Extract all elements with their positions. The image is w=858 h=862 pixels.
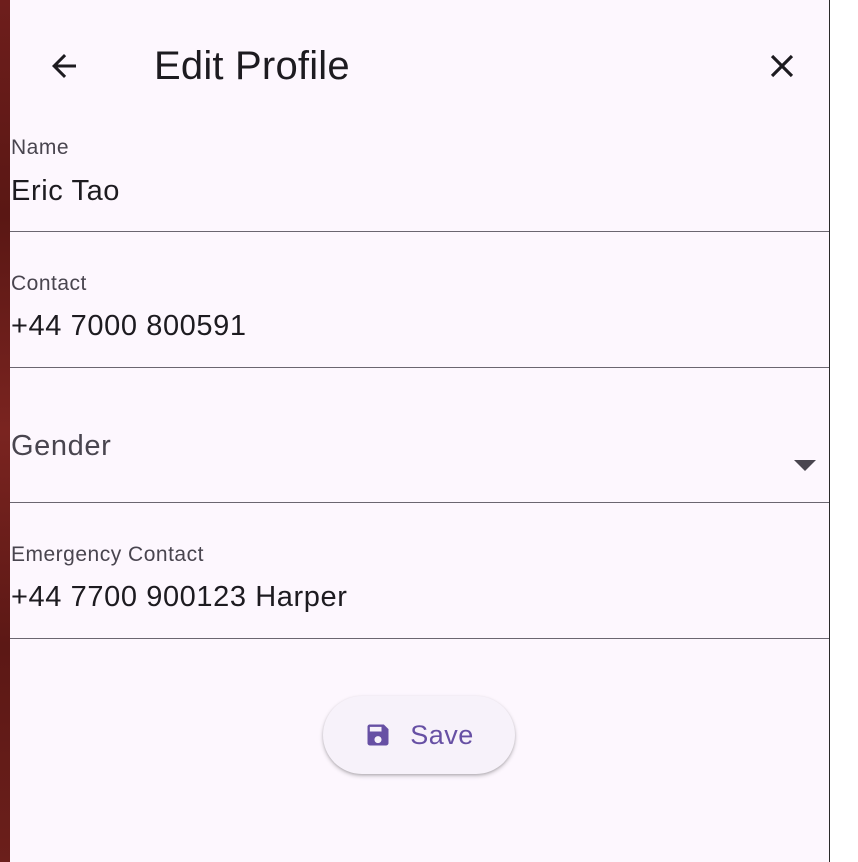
close-icon [770, 54, 794, 78]
save-button-label: Save [410, 719, 474, 750]
gender-label: Gender [11, 430, 112, 462]
name-input[interactable]: Eric Tao [11, 175, 120, 208]
chevron-down-icon [794, 460, 816, 471]
background-strip [0, 0, 10, 862]
app-bar: Edit Profile [10, 0, 829, 130]
name-field[interactable]: Name Eric Tao [10, 130, 829, 232]
contact-field[interactable]: Contact +44 7000 800591 [10, 232, 829, 368]
name-label: Name [11, 136, 70, 159]
back-button[interactable] [42, 44, 86, 88]
save-button[interactable]: Save [323, 696, 515, 774]
close-button[interactable] [760, 44, 804, 88]
page-title: Edit Profile [154, 44, 350, 88]
edit-profile-screen: Edit Profile Name Eric Tao Contact +44 7… [10, 0, 830, 862]
emergency-contact-label: Emergency Contact [11, 543, 204, 566]
gender-dropdown[interactable]: Gender [10, 368, 829, 503]
arrow-left-icon [52, 54, 76, 78]
emergency-contact-field[interactable]: Emergency Contact +44 7700 900123 Harper [10, 503, 829, 639]
emergency-contact-input[interactable]: +44 7700 900123 Harper [11, 581, 348, 614]
contact-label: Contact [11, 272, 87, 295]
floppy-disk-icon [364, 721, 392, 749]
window-gutter [830, 0, 858, 862]
contact-input[interactable]: +44 7000 800591 [11, 310, 247, 343]
